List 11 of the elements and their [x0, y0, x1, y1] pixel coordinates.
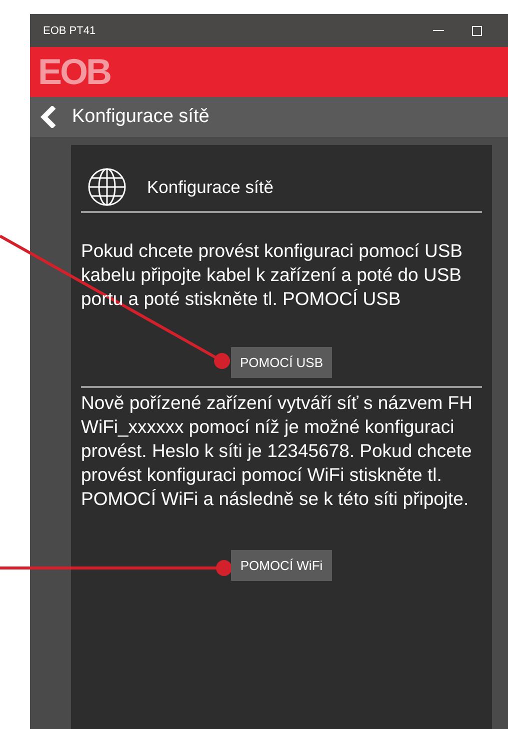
instruction-text: Nově pořízené zařízení vytváří síť s názvem FH WiFi_xxxxxx pomocí níž je možné konfiguraci provést. Heslo k síti je 12345678. Pokud chcete provést konfiguraci pomocí WiFi stiskněte tl. POMOCÍ WiFi a následně se k této síti připojte. [81, 391, 474, 511]
globe-icon [87, 167, 127, 207]
card-title: Konfigurace sítě [147, 176, 274, 198]
minimize-icon[interactable] [433, 30, 444, 32]
back-icon[interactable] [40, 106, 58, 128]
logo: EOB [38, 54, 110, 90]
usb-button[interactable]: POMOCÍ USB [230, 347, 332, 378]
wifi-button[interactable]: POMOCÍ WiFi [231, 550, 332, 581]
window-title: EOB PT41 [43, 24, 97, 36]
maximize-icon[interactable] [472, 26, 482, 36]
page-title: Konfigurace sítě [72, 106, 210, 128]
